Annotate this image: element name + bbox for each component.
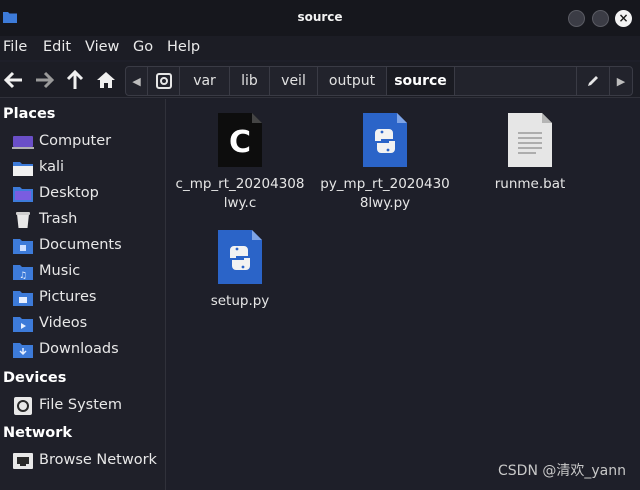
menu-view[interactable]: View <box>85 36 119 55</box>
devices-heading: Devices <box>3 370 67 386</box>
menu-edit[interactable]: Edit <box>43 36 71 55</box>
forward-button[interactable] <box>33 69 55 91</box>
file-item[interactable]: runme.bat <box>460 113 600 213</box>
network-icon <box>13 453 33 469</box>
sidebar-item-label: Music <box>39 263 81 279</box>
sidebar-item-label: Computer <box>39 133 112 149</box>
pencil-icon <box>588 76 598 86</box>
sidebar-item-browse-network[interactable]: Browse Network <box>0 449 166 473</box>
file-name-line: runme.bat <box>494 176 566 192</box>
arrow-up-icon <box>66 70 84 89</box>
svg-text:♫: ♫ <box>19 271 27 281</box>
pictures-folder-icon <box>13 291 33 306</box>
file-name: setup.py <box>170 292 310 311</box>
sidebar-item-kali[interactable]: kali <box>0 156 166 180</box>
svg-text:C: C <box>229 125 251 160</box>
sidebar-item-music[interactable]: ♫ Music <box>0 260 166 284</box>
places-heading: Places <box>3 106 56 122</box>
title-bar: source × <box>0 0 640 36</box>
python-file-icon <box>363 113 407 167</box>
crumb-lib[interactable]: lib <box>230 67 270 95</box>
menu-help[interactable]: Help <box>167 36 200 55</box>
file-name-line: 8lwy.py <box>359 195 411 211</box>
menu-go[interactable]: Go <box>133 36 153 55</box>
menu-bar: File Edit View Go Help <box>0 36 640 60</box>
path-bar: ◀ var lib veil output source ▶ <box>125 66 633 96</box>
file-name: runme.bat <box>460 175 600 194</box>
network-heading: Network <box>3 425 73 441</box>
desktop-folder-icon <box>13 187 33 202</box>
maximize-button[interactable] <box>592 10 609 27</box>
home-button[interactable] <box>95 69 117 91</box>
file-name-line: setup.py <box>210 293 270 309</box>
window-title: source <box>297 10 343 24</box>
menu-file[interactable]: File <box>3 36 27 55</box>
sidebar-item-computer[interactable]: Computer <box>0 130 166 154</box>
up-button[interactable] <box>64 69 86 91</box>
sidebar: Places Computer kali Desktop Trash Docum… <box>0 99 166 490</box>
python-file-icon <box>218 230 262 284</box>
close-button[interactable]: × <box>615 10 632 27</box>
file-name-line: c_mp_rt_20204308 <box>175 176 305 192</box>
sidebar-item-label: Downloads <box>39 341 119 357</box>
sidebar-item-documents[interactable]: Documents <box>0 234 166 258</box>
watermark: CSDN @清欢_yann <box>498 463 626 479</box>
crumb-output[interactable]: output <box>318 67 387 95</box>
sidebar-item-label: Trash <box>39 211 78 227</box>
downloads-folder-icon <box>13 343 33 358</box>
sidebar-item-desktop[interactable]: Desktop <box>0 182 166 206</box>
file-item[interactable]: py_mp_rt_2020430 8lwy.py <box>315 113 455 213</box>
c-source-file-icon: C <box>218 113 262 167</box>
file-item[interactable]: C c_mp_rt_20204308 lwy.c <box>170 113 310 213</box>
videos-folder-icon <box>13 317 33 332</box>
sidebar-item-label: Documents <box>39 237 122 253</box>
crumb-source[interactable]: source <box>387 67 455 95</box>
home-icon <box>97 72 115 88</box>
toolbar: ◀ var lib veil output source ▶ <box>0 62 640 98</box>
computer-icon <box>12 136 34 149</box>
sidebar-item-label: Pictures <box>39 289 97 305</box>
arrow-right-icon <box>36 71 54 89</box>
text-file-icon <box>508 113 552 167</box>
edit-path-button[interactable] <box>576 67 610 95</box>
arrow-left-icon <box>4 71 22 89</box>
sidebar-item-file-system[interactable]: File System <box>0 394 166 418</box>
file-name-line: py_mp_rt_2020430 <box>320 176 450 192</box>
minimize-button[interactable] <box>568 10 585 27</box>
back-button[interactable] <box>3 69 25 91</box>
sidebar-item-downloads[interactable]: Downloads <box>0 338 166 362</box>
file-name-line: lwy.c <box>223 195 257 211</box>
sidebar-item-label: kali <box>39 159 65 175</box>
drive-icon <box>14 397 32 415</box>
sidebar-item-pictures[interactable]: Pictures <box>0 286 166 310</box>
close-icon: × <box>618 11 629 25</box>
crumb-var[interactable]: var <box>180 67 230 95</box>
path-root-button[interactable] <box>148 67 180 95</box>
sidebar-item-label: Videos <box>39 315 88 331</box>
file-name: py_mp_rt_2020430 8lwy.py <box>315 175 455 213</box>
sidebar-item-label: Desktop <box>39 185 99 201</box>
home-folder-icon <box>13 162 33 176</box>
sidebar-item-label: File System <box>39 397 122 413</box>
drive-icon <box>155 73 172 89</box>
sidebar-item-videos[interactable]: Videos <box>0 312 166 336</box>
file-view: C c_mp_rt_20204308 lwy.c py_mp_rt_202043… <box>167 99 640 490</box>
documents-folder-icon <box>13 239 33 254</box>
path-scroll-right[interactable]: ▶ <box>610 67 632 95</box>
file-name: c_mp_rt_20204308 lwy.c <box>170 175 310 213</box>
trash-icon <box>16 212 30 228</box>
crumb-veil[interactable]: veil <box>270 67 318 95</box>
music-folder-icon: ♫ <box>13 265 33 281</box>
file-item[interactable]: setup.py <box>170 230 310 320</box>
sidebar-item-label: Browse Network <box>39 452 157 468</box>
path-scroll-left[interactable]: ◀ <box>126 67 148 95</box>
sidebar-item-trash[interactable]: Trash <box>0 208 166 232</box>
